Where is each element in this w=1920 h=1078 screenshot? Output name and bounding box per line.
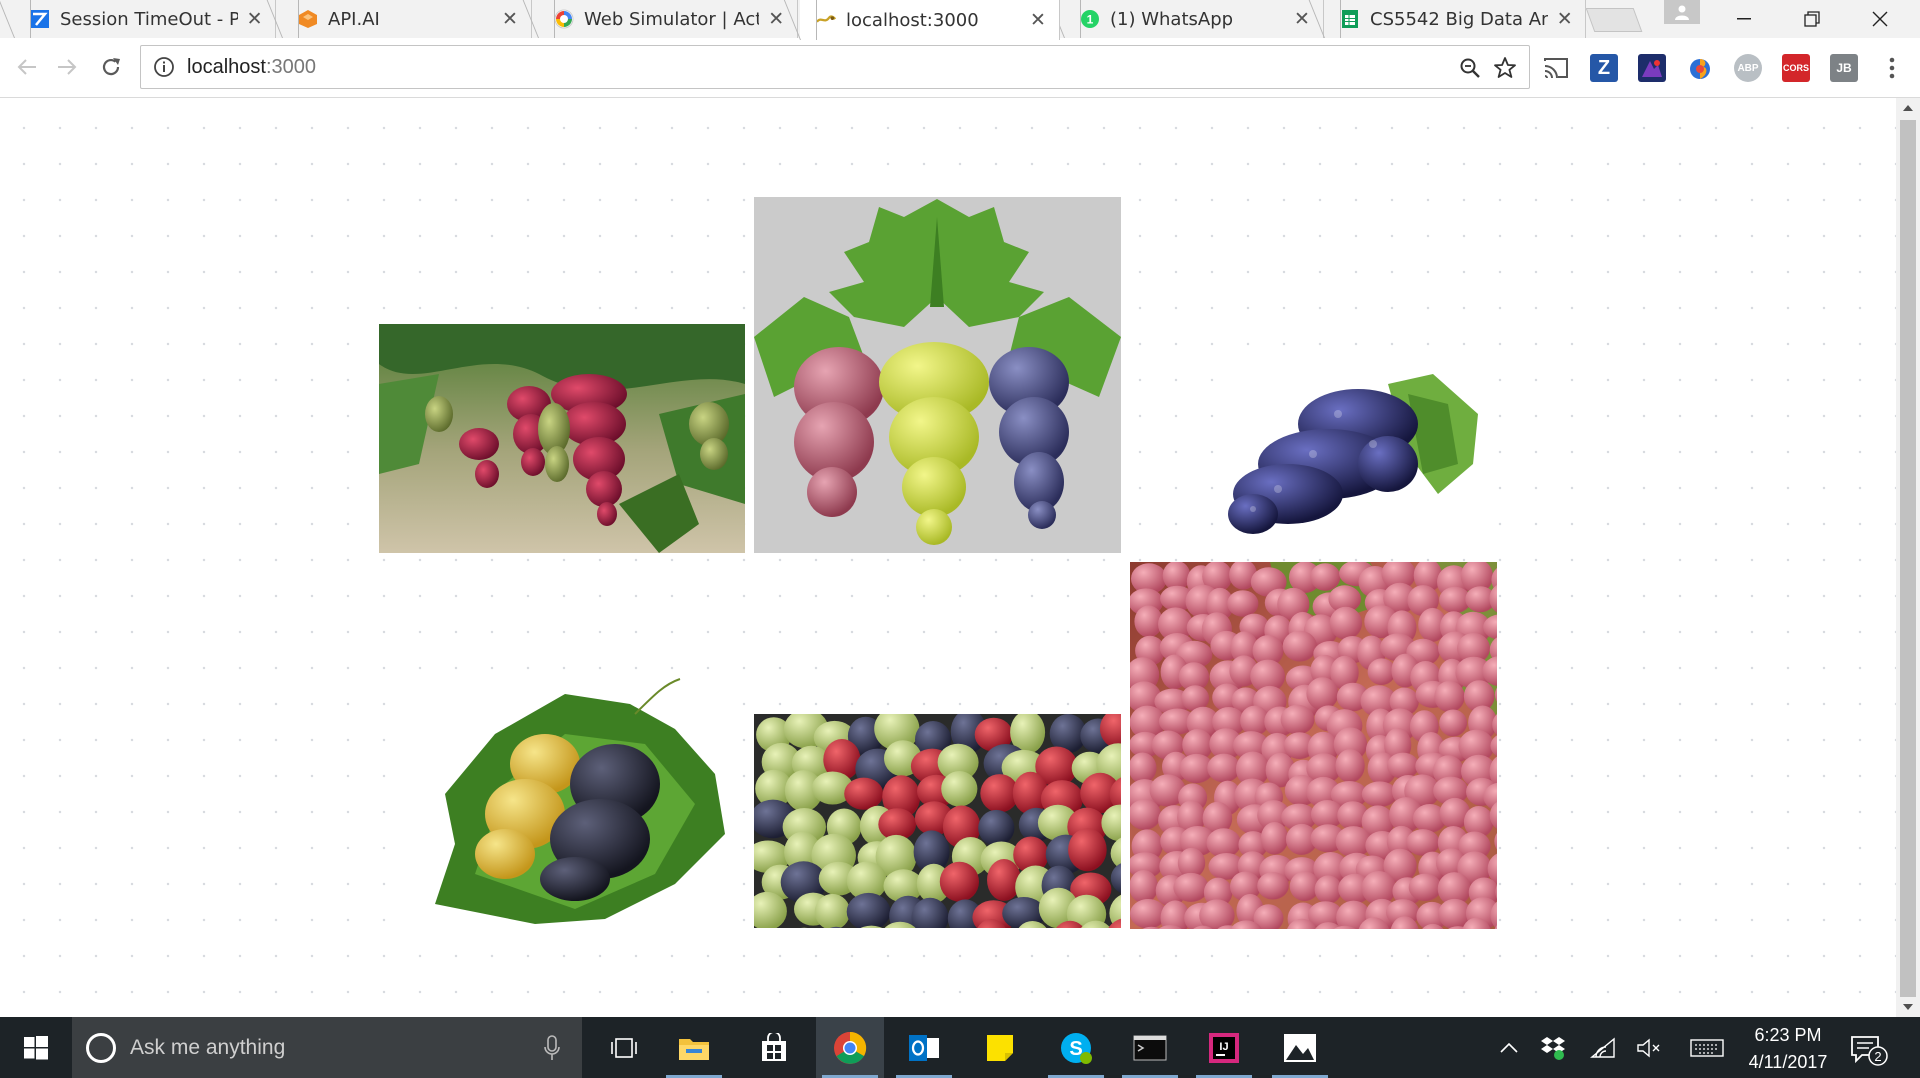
microphone-icon[interactable] [544,1035,560,1065]
web-simulator-favicon-icon [554,9,574,29]
svg-text:IJ: IJ [1219,1041,1228,1053]
volume-muted-icon[interactable] [1636,1035,1662,1061]
close-icon[interactable]: ✕ [1556,8,1573,30]
tab-strip: Session TimeOut - Pa ✕ API.AI ✕ Web Simu… [0,0,1920,40]
photos-icon[interactable] [1266,1017,1334,1078]
file-explorer-icon[interactable] [660,1017,728,1078]
restore-button[interactable] [1778,0,1846,38]
grapes-on-leaf-photo [415,674,735,929]
scroll-up-arrow-icon[interactable] [1896,98,1920,118]
tab-session-timeout[interactable]: Session TimeOut - Pa ✕ [14,0,276,38]
tab-web-simulator[interactable]: Web Simulator | Act ✕ [538,0,798,38]
browser-toolbar: localhost:3000 Z ABP CORS JB [0,38,1920,98]
whatsapp-favicon-icon: 1 [1080,9,1100,29]
terminal-icon[interactable] [1116,1017,1184,1078]
system-clock[interactable]: 6:23 PM 4/11/2017 [1738,1023,1838,1075]
page-viewport [0,98,1896,1017]
close-icon[interactable]: ✕ [767,8,785,30]
zotero-icon[interactable]: Z [1590,54,1618,82]
close-icon[interactable]: ✕ [1029,9,1047,31]
tab-title: Web Simulator | Act [584,8,760,30]
intellij-icon[interactable]: IJ [1190,1017,1258,1078]
tab-title: API.AI [328,8,380,30]
cors-label: CORS [1782,63,1809,73]
zoom-icon[interactable] [1459,57,1481,83]
menu-icon[interactable] [1878,54,1906,82]
session-timeout-favicon-icon [30,9,50,29]
windows-taskbar: Ask me anything S IJ 6:23 PM 4/11/2017 2 [0,1017,1920,1078]
back-button[interactable] [10,50,44,84]
tab-title: Session TimeOut - Pa [60,8,239,30]
svg-text:1: 1 [1087,13,1094,27]
tab-title: localhost:3000 [846,9,979,31]
bookmark-star-icon[interactable] [1493,56,1517,84]
close-window-button[interactable] [1846,0,1914,38]
info-icon[interactable] [153,56,175,78]
cors-icon[interactable]: CORS [1782,54,1810,82]
wifi-icon[interactable] [1590,1035,1616,1061]
action-center-icon[interactable]: 2 [1848,1031,1888,1067]
address-bar[interactable]: localhost:3000 [140,45,1530,89]
grapes-vineyard-photo [379,324,745,553]
tab-localhost[interactable]: localhost:3000 ✕ [800,0,1060,40]
dark-grapes-photo [1218,354,1497,542]
search-placeholder: Ask me anything [130,1035,286,1059]
mixed-grapes-photo [754,714,1121,928]
localhost-favicon-icon [816,10,836,30]
chrome-ext-icon[interactable] [1686,54,1714,82]
notification-count: 2 [1874,1049,1882,1064]
tab-cs5542[interactable]: CS5542 Big Data Ana ✕ [1324,0,1586,38]
clock-time: 6:23 PM [1754,1025,1822,1045]
profile-icon[interactable] [1664,0,1700,24]
new-tab-button[interactable] [1585,8,1643,32]
windows-logo-icon [24,1035,48,1059]
tab-title: CS5542 Big Data Ana [1370,8,1549,30]
zotero-label: Z [1597,56,1611,79]
forward-button[interactable] [50,50,84,84]
minimize-button[interactable] [1710,0,1778,38]
clock-date: 4/11/2017 [1748,1052,1828,1072]
start-button[interactable] [0,1017,72,1078]
url-host: localhost [187,55,266,78]
close-icon[interactable]: ✕ [501,8,519,30]
close-icon[interactable]: ✕ [246,8,263,30]
cast-icon[interactable] [1542,54,1570,82]
url-text[interactable]: localhost:3000 [187,56,316,79]
grapes-three-colors-photo [754,197,1121,553]
store-icon[interactable] [740,1017,808,1078]
jb-icon[interactable]: JB [1830,54,1858,82]
red-grapes-closeup-photo [1130,562,1497,929]
sticky-notes-icon[interactable] [966,1017,1034,1078]
scroll-down-arrow-icon[interactable] [1896,997,1920,1017]
url-port: :3000 [265,55,316,78]
adblock-label: ABP [1737,62,1759,74]
tab-title: (1) WhatsApp [1110,8,1234,30]
jb-label: JB [1836,61,1852,75]
api-ai-favicon-icon [298,9,318,29]
scroll-thumb[interactable] [1900,120,1916,997]
tab-whatsapp[interactable]: 1 (1) WhatsApp ✕ [1064,0,1324,38]
adblock-icon[interactable]: ABP [1734,54,1762,82]
cortana-icon [86,1032,116,1063]
tab-api-ai[interactable]: API.AI ✕ [282,0,532,38]
task-view-icon[interactable] [590,1017,658,1078]
close-icon[interactable]: ✕ [1293,8,1311,30]
chrome-icon[interactable] [816,1017,884,1078]
keyboard-icon[interactable] [1690,1035,1724,1061]
page-scrollbar[interactable] [1896,98,1920,1017]
extension-icon[interactable] [1638,54,1666,82]
skype-icon[interactable]: S [1042,1017,1110,1078]
cortana-search-box[interactable]: Ask me anything [72,1017,582,1078]
show-hidden-icons-chevron-icon[interactable] [1496,1035,1522,1061]
sheets-favicon-icon [1340,9,1360,29]
reload-button[interactable] [94,50,128,84]
outlook-icon[interactable] [890,1017,958,1078]
dropbox-icon[interactable] [1540,1035,1566,1061]
